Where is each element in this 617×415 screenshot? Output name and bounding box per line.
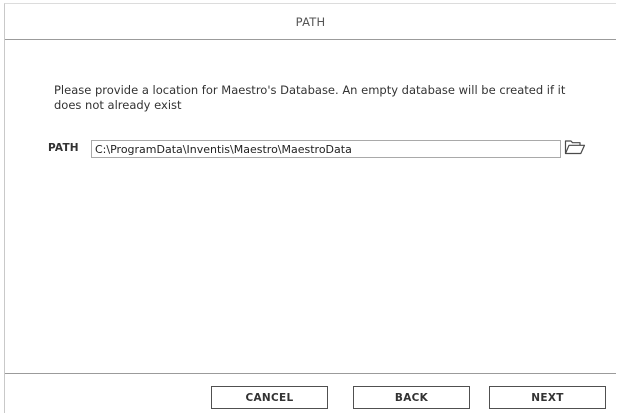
path-label: PATH bbox=[48, 142, 79, 154]
path-input[interactable] bbox=[91, 140, 561, 158]
cancel-button[interactable]: CANCEL bbox=[211, 386, 328, 409]
page-title: PATH bbox=[295, 14, 326, 29]
setup-dialog: PATH Please provide a location for Maest… bbox=[4, 3, 616, 413]
back-button[interactable]: BACK bbox=[353, 386, 470, 409]
dialog-header: PATH bbox=[5, 4, 616, 40]
folder-open-icon bbox=[564, 139, 586, 159]
next-button[interactable]: NEXT bbox=[489, 386, 606, 409]
browse-folder-button[interactable] bbox=[563, 139, 587, 159]
instruction-text: Please provide a location for Maestro's … bbox=[54, 83, 566, 112]
dialog-footer: CANCEL BACK NEXT bbox=[5, 373, 616, 415]
